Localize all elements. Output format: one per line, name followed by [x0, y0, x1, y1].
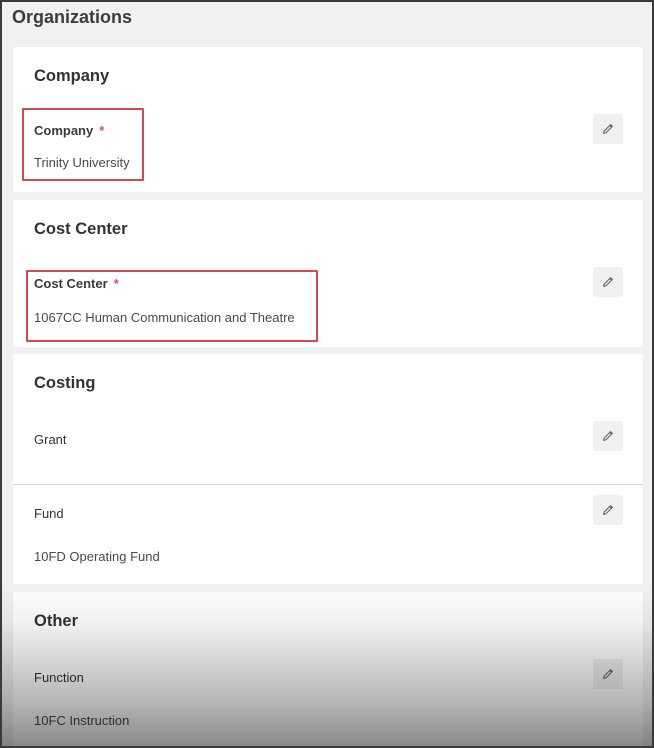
pencil-icon [603, 431, 613, 441]
pencil-icon [603, 277, 613, 287]
edit-cost-center-button[interactable] [593, 267, 623, 297]
company-highlight-box [22, 108, 144, 181]
pencil-icon [603, 505, 613, 515]
pencil-icon [603, 124, 613, 134]
cost-center-highlight-box [26, 270, 318, 342]
other-heading: Other [34, 612, 79, 630]
grant-label: Grant [34, 432, 67, 447]
other-card: Other Function 10FC Instruction [13, 592, 643, 746]
pencil-icon [603, 669, 613, 679]
costing-divider [13, 484, 643, 485]
edit-function-button[interactable] [593, 659, 623, 689]
fund-value: 10FD Operating Fund [34, 549, 160, 564]
costing-heading: Costing [34, 374, 96, 392]
page-title: Organizations [12, 7, 133, 27]
fund-label: Fund [34, 506, 64, 521]
cost-center-heading: Cost Center [34, 220, 128, 238]
costing-card: Costing Grant Fund 10FD Operating Fund [13, 354, 643, 584]
edit-fund-button[interactable] [593, 495, 623, 525]
edit-company-button[interactable] [593, 114, 623, 144]
function-value: 10FC Instruction [34, 713, 130, 728]
function-label: Function [34, 670, 84, 685]
company-heading: Company [34, 67, 110, 85]
organizations-panel: Organizations Company Company * Trinity U… [0, 0, 654, 748]
edit-grant-button[interactable] [593, 421, 623, 451]
